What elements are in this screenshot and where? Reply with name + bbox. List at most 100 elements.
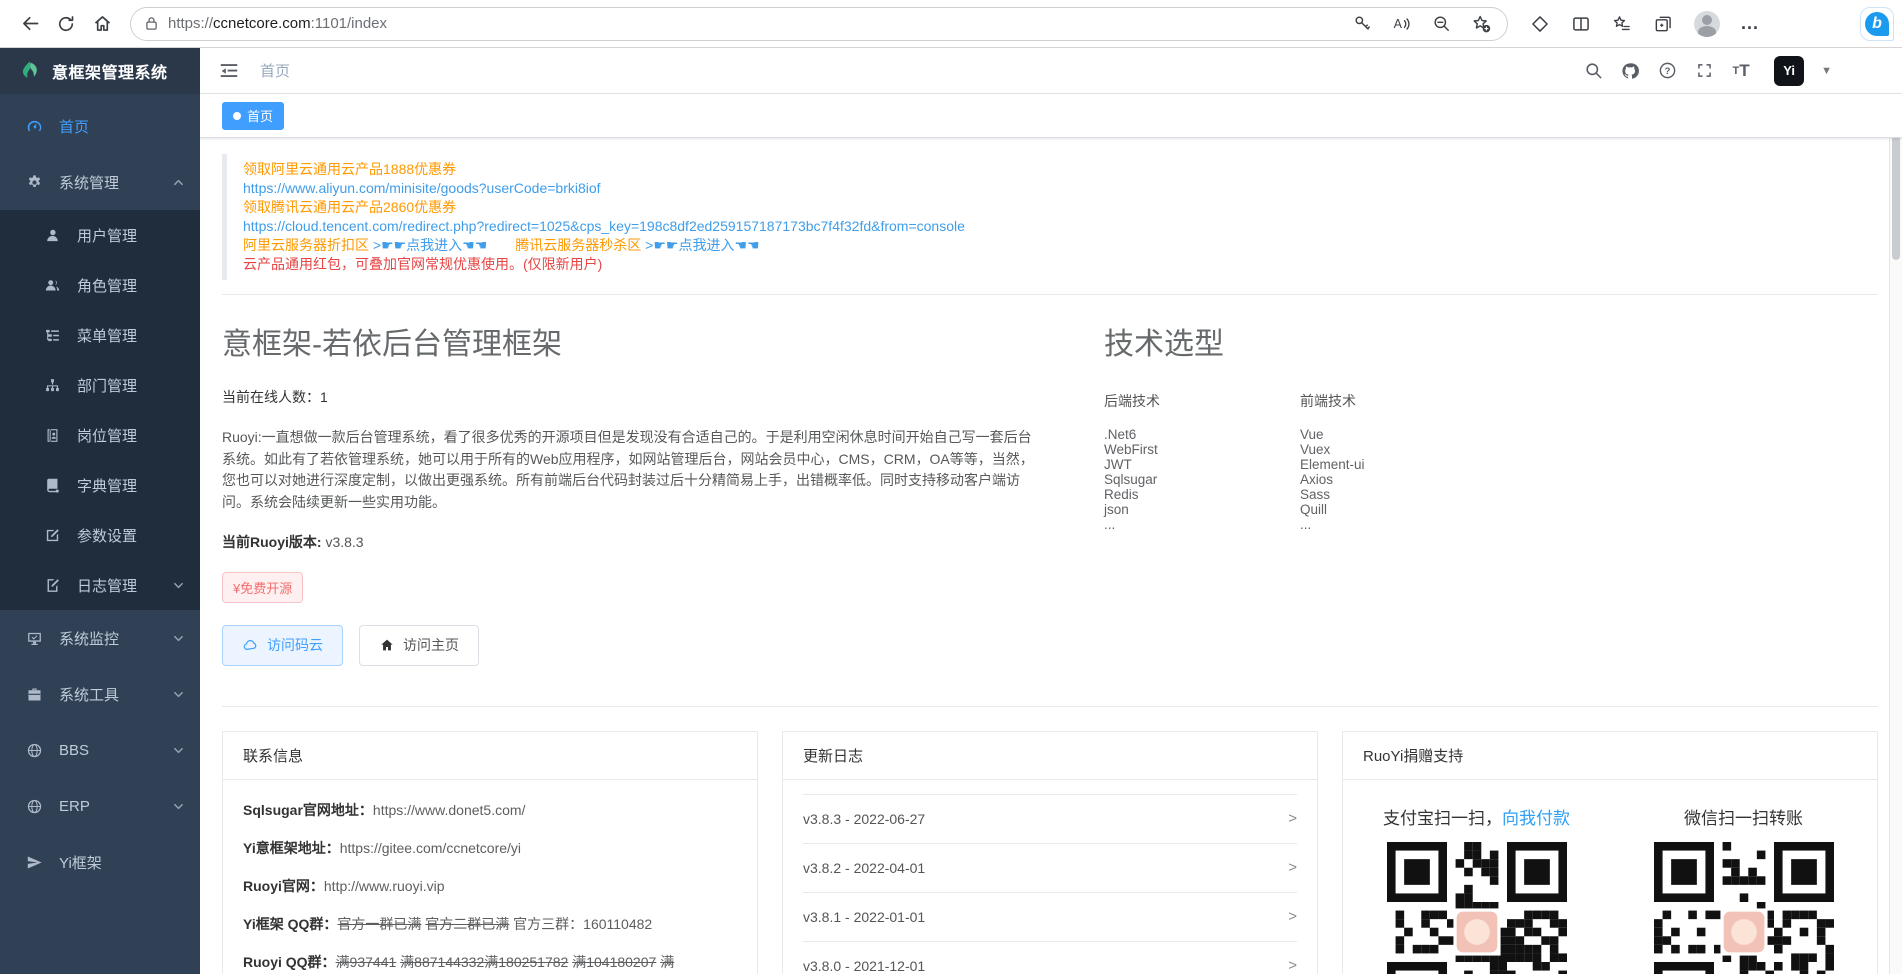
font-size-icon[interactable]: TT [1731,61,1751,81]
password-key-icon[interactable] [1353,14,1372,33]
user-avatar[interactable]: Yi [1774,56,1804,86]
sidebar-item-label: 参数设置 [77,525,137,546]
search-icon[interactable] [1583,61,1603,81]
tech-item: Redis [1104,487,1300,502]
chevron-down-icon [173,689,184,700]
browser-home-button[interactable] [84,6,120,42]
bing-icon: b [1865,12,1889,36]
version-line: 当前Ruoyi版本: v3.8.3 [222,532,1042,552]
extensions-icon[interactable] [1530,14,1550,34]
visit-gitee-button[interactable]: 访问码云 [222,625,343,666]
sidebar-item-Yi框架[interactable]: Yi框架 [0,834,200,890]
changelog-list: v3.8.3 - 2022-06-27>v3.8.2 - 2022-04-01>… [803,794,1297,974]
contact-value-struck: 官方一群已满 [337,916,421,932]
alipay-column: 支付宝扫一扫，向我付款 [1343,804,1610,974]
pay-me-link[interactable]: 向我付款 [1502,809,1570,828]
sidebar-item-参数设置[interactable]: 参数设置 [0,510,200,560]
announcement-link[interactable]: https://cloud.tencent.com/redirect.php?r… [243,218,965,234]
chevron-right-icon: > [1288,908,1297,925]
sidebar-toggle-icon[interactable] [212,54,246,88]
favorites-list-icon[interactable] [1612,14,1632,34]
changelog-entry-label: v3.8.2 - 2022-04-01 [803,860,925,876]
sidebar-item-字典管理[interactable]: 字典管理 [0,460,200,510]
sidebar-item-用户管理[interactable]: 用户管理 [0,210,200,260]
sidebar-item-系统工具[interactable]: 系统工具 [0,666,200,722]
donate-card-title: RuoYi捐赠支持 [1343,732,1877,780]
help-icon[interactable] [1657,61,1677,81]
zoom-out-icon[interactable] [1432,14,1451,33]
announcement-link[interactable]: https://www.aliyun.com/minisite/goods?us… [243,180,601,196]
site-lock-icon[interactable] [143,15,160,32]
collections-icon[interactable] [1653,14,1673,34]
intro-paragraph: Ruoyi:一直想做一款后台管理系统，看了很多优秀的开源项目但是发现没有合适自己… [222,427,1042,514]
sidebar-item-岗位管理[interactable]: 岗位管理 [0,410,200,460]
announcement-line: 云产品通用红包，可叠加官网常规优惠使用。(仅限新用户) [243,255,1878,274]
changelog-row[interactable]: v3.8.0 - 2021-12-01> [803,942,1297,974]
chevron-down-icon [173,633,184,644]
announcement-text: 云产品通用红包，可叠加官网常规优惠使用。(仅限新用户) [243,256,602,272]
browser-profile-avatar[interactable] [1694,11,1720,37]
changelog-row[interactable]: v3.8.2 - 2022-04-01 > [803,844,1297,893]
split-screen-icon[interactable] [1571,14,1591,34]
backend-list: .Net6WebFirstJWTSqlsugarRedisjson... [1104,427,1300,532]
changelog-row[interactable]: v3.8.1 - 2022-01-01> [803,893,1297,942]
read-aloud-icon[interactable] [1392,14,1412,34]
main-area: 首页 TT Yi ▼ 首页 领取阿里云通用云产品1888优惠券https://w… [200,48,1902,974]
announcement-link[interactable]: >☛☛点我进入☚☚ [645,237,759,253]
fullscreen-icon[interactable] [1694,61,1714,81]
edit-icon [44,527,61,544]
chevron-right-icon: > [1288,859,1297,876]
sidebar-item-菜单管理[interactable]: 菜单管理 [0,310,200,360]
wechat-column: 微信扫一扫转账 [1610,804,1877,974]
sidebar-item-日志管理[interactable]: 日志管理 [0,560,200,610]
announcement-text [487,237,515,253]
sidebar-item-label: 部门管理 [77,375,137,396]
send-icon [26,854,43,871]
globe-icon [26,742,43,759]
url-text: https://ccnetcore.com:1101/index [168,15,1353,32]
browser-menu-dots[interactable]: ... [1741,13,1759,34]
sidebar-item-系统管理[interactable]: 系统管理 [0,154,200,210]
announcement-line: 领取阿里云通用云产品1888优惠券 [243,160,1878,179]
tech-item: Vuex [1300,442,1496,457]
browser-refresh-button[interactable] [48,6,84,42]
sidebar-item-label: 系统管理 [59,172,119,193]
tech-item: Axios [1300,472,1496,487]
badge-icon [44,427,61,444]
sidebar-item-部门管理[interactable]: 部门管理 [0,360,200,410]
sidebar-item-ERP[interactable]: ERP [0,778,200,834]
online-count: 1 [320,389,328,405]
tech-item: WebFirst [1104,442,1300,457]
favorite-star-icon[interactable] [1471,14,1491,34]
changelog-entry-label: v3.8.3 - 2022-06-27 [803,811,925,827]
dashboard-icon [26,118,43,135]
tech-item: ... [1300,517,1496,532]
tag-home[interactable]: 首页 [222,102,284,130]
breadcrumb[interactable]: 首页 [260,60,290,81]
sidebar-item-首页[interactable]: 首页 [0,98,200,154]
contact-label: Ruoyi官网： [243,878,324,894]
github-icon[interactable] [1620,61,1640,81]
sidebar-item-角色管理[interactable]: 角色管理 [0,260,200,310]
address-bar[interactable]: https://ccnetcore.com:1101/index [130,7,1508,41]
monitor-icon [26,630,43,647]
chevron-down-icon [173,580,184,591]
changelog-row[interactable]: v3.8.3 - 2022-06-27> [803,795,1297,844]
contact-value: 官方三群：160110482 [509,916,652,932]
sidebar-item-系统监控[interactable]: 系统监控 [0,610,200,666]
page-scrollbar[interactable] [1889,96,1902,974]
tags-view-bar: 首页 [200,94,1902,138]
contact-card: 联系信息 Sqlsugar官网地址：https://www.donet5.com… [222,731,758,974]
sidebar-item-BBS[interactable]: BBS [0,722,200,778]
chevron-down-icon [173,801,184,812]
tech-item: json [1104,502,1300,517]
tech-item: Sqlsugar [1104,472,1300,487]
app-logo[interactable]: 意框架管理系统 [0,48,200,94]
visit-homepage-button[interactable]: 访问主页 [359,625,479,666]
browser-back-button[interactable] [12,6,48,42]
avatar-caret-icon[interactable]: ▼ [1821,65,1832,77]
frontend-subtitle: 前端技术 [1300,391,1496,411]
donate-card: RuoYi捐赠支持 支付宝扫一扫，向我付款 微信扫一扫转账 [1342,731,1878,974]
bing-copilot-button[interactable]: b [1860,7,1894,41]
announcement-link[interactable]: >☛☛点我进入☚☚ [373,237,487,253]
